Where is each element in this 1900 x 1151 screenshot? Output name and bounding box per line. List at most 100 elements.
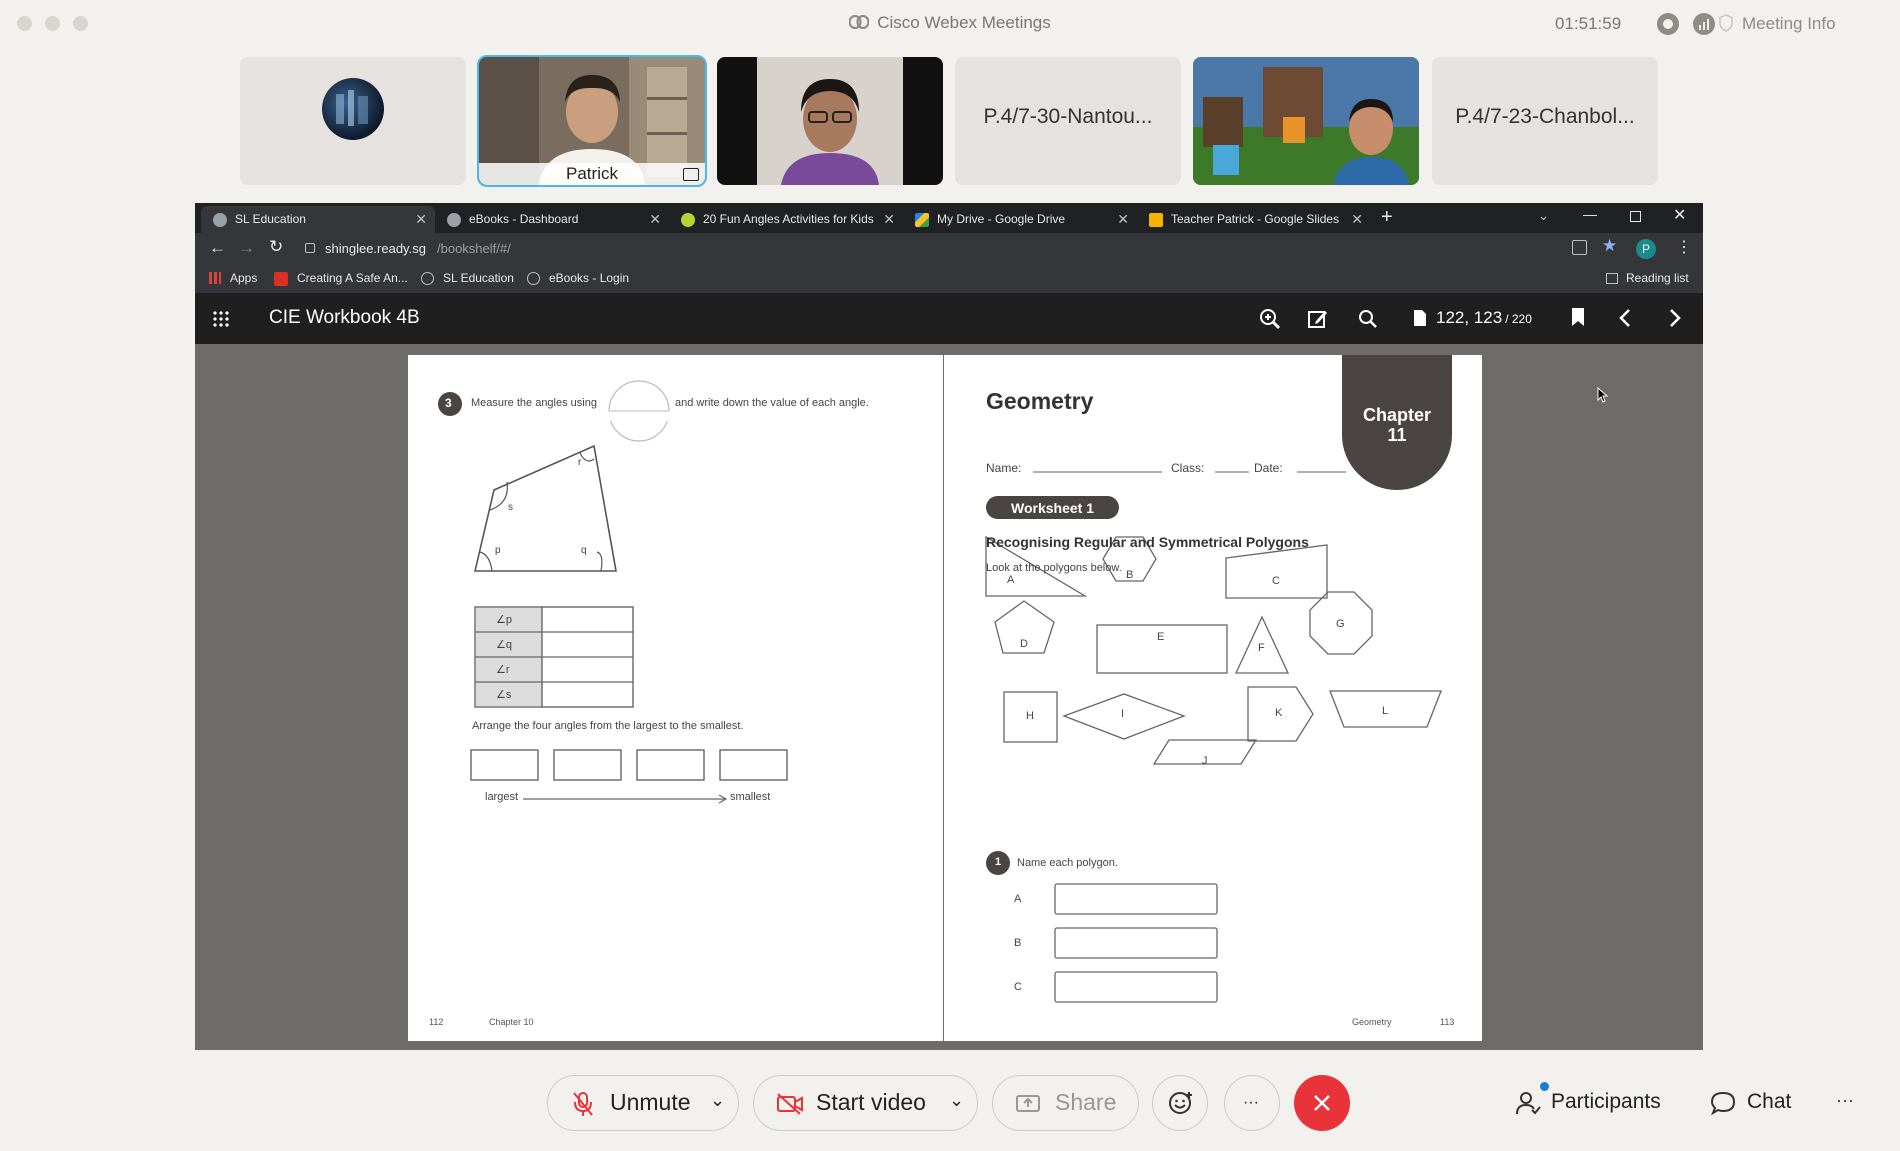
right-page: Geometry Chapter 11 Name: Class: Date: W… [944, 355, 1482, 1041]
profile-avatar[interactable]: P [1636, 239, 1656, 259]
footer-page-number: 112 [429, 1017, 444, 1027]
close-window-icon[interactable]: ✕ [1673, 205, 1686, 225]
angle-label-r: r [578, 457, 582, 468]
question-number: 3 [445, 396, 452, 410]
tab-google-slides[interactable]: Teacher Patrick - Google Slides ✕ [1137, 206, 1371, 233]
restore-icon[interactable] [1630, 211, 1641, 222]
unmute-button[interactable]: Unmute ⌄ [547, 1075, 739, 1131]
right-page-drawing [985, 355, 1452, 1003]
meeting-info-button[interactable]: Meeting Info [1719, 14, 1836, 34]
footer-title: Geometry [1352, 1017, 1392, 1027]
share-screen-icon [1016, 1095, 1040, 1112]
new-tab-button[interactable]: + [1381, 206, 1393, 229]
previous-page-icon[interactable] [1618, 308, 1632, 328]
date-label: Date: [1254, 461, 1283, 475]
participant-name: P.4/7-23-Chanbol... [1455, 105, 1635, 128]
globe-icon [447, 213, 461, 227]
recording-status-icon [1657, 13, 1679, 35]
shape-label-c: C [1272, 575, 1280, 587]
angle-label-p: p [495, 545, 501, 556]
start-video-button[interactable]: Start video ⌄ [753, 1075, 978, 1131]
bookmark-sl-education[interactable]: SL Education [443, 271, 514, 285]
participants-icon [1516, 1092, 1541, 1115]
minimize-icon[interactable]: — [1583, 206, 1597, 222]
bookmark-favicon [274, 272, 288, 286]
mouse-cursor-icon [1597, 387, 1609, 403]
worksheet-subtitle: Recognising Regular and Symmetrical Poly… [986, 534, 1309, 550]
url-field[interactable]: shinglee.ready.sg/bookshelf/#/ [305, 237, 1415, 262]
tab-angles-activities[interactable]: 20 Fun Angles Activities for Kids ✕ [669, 206, 903, 233]
reactions-button[interactable] [1152, 1075, 1208, 1131]
search-icon[interactable] [1358, 309, 1378, 329]
participant-tile[interactable] [717, 57, 943, 185]
close-tab-icon[interactable]: ✕ [883, 206, 895, 233]
question-text-a: Measure the angles using [471, 397, 597, 409]
site-t-icon [681, 213, 695, 227]
shape-label-j: J [1202, 755, 1208, 767]
close-icon [1314, 1095, 1330, 1111]
next-page-icon[interactable] [1668, 308, 1682, 328]
page-indicator[interactable]: 122, 123/ 220 [1436, 308, 1532, 328]
end-meeting-button[interactable] [1294, 1075, 1350, 1131]
zoom-in-icon[interactable] [1259, 308, 1281, 330]
left-page-drawing [438, 380, 788, 804]
tab-google-drive[interactable]: My Drive - Google Drive ✕ [903, 206, 1137, 233]
bookmarks-bar: Apps Creating A Safe An... SL Education … [195, 266, 1703, 294]
participant-tile[interactable] [240, 57, 466, 185]
participant-name: Patrick [479, 163, 705, 185]
smallest-label: smallest [730, 791, 771, 803]
bookmark-star-icon[interactable]: ★ [1602, 236, 1617, 256]
protractor-icon [609, 381, 669, 411]
globe-icon [213, 213, 227, 227]
edit-icon[interactable] [1307, 308, 1329, 330]
close-tab-icon[interactable]: ✕ [649, 206, 661, 233]
participant-tile[interactable]: P.4/7-23-Chanbol... [1432, 57, 1658, 185]
shape-label-i: I [1121, 708, 1125, 720]
question-text-b: and write down the value of each angle. [675, 397, 869, 409]
arrange-instruction: Arrange the four angles from the largest… [472, 720, 744, 732]
apps-grid-icon[interactable] [212, 310, 230, 328]
more-options-button[interactable]: ··· [1224, 1075, 1280, 1131]
shape-label-e: E [1157, 631, 1165, 643]
bookmark-apps[interactable]: Apps [230, 271, 257, 285]
bookmark-ebooks-login[interactable]: eBooks - Login [549, 271, 629, 285]
instruction-text: Look at the polygons below. [986, 562, 1122, 574]
shape-label-f: F [1258, 642, 1265, 654]
share-page-icon[interactable] [1572, 240, 1587, 255]
close-tab-icon[interactable]: ✕ [415, 206, 427, 233]
overflow-menu-button[interactable]: ··· [1836, 1090, 1854, 1111]
tab-search-icon[interactable]: ⌄ [1538, 208, 1549, 224]
participant-tile[interactable]: P.4/7-30-Nantou... [955, 57, 1181, 185]
bookmark-icon[interactable] [1571, 307, 1585, 327]
network-status-icon [1693, 13, 1715, 35]
shape-label-l: L [1382, 705, 1389, 717]
reading-list-button[interactable]: Reading list [1626, 271, 1689, 285]
tab-ebooks-dashboard[interactable]: eBooks - Dashboard ✕ [435, 206, 669, 233]
shared-screen: SL Education ✕ eBooks - Dashboard ✕ 20 Fun… [195, 203, 1703, 1050]
chevron-down-icon[interactable]: ⌄ [949, 1074, 964, 1127]
bookmark-creating-safe[interactable]: Creating A Safe An... [297, 271, 408, 285]
close-tab-icon[interactable]: ✕ [1351, 206, 1363, 233]
participant-tile-patrick[interactable]: Patrick [477, 55, 707, 187]
shape-label-g: G [1336, 618, 1345, 630]
reload-icon[interactable]: ↻ [269, 237, 283, 257]
mic-muted-icon [573, 1092, 593, 1116]
tab-sl-education[interactable]: SL Education ✕ [201, 206, 435, 233]
shape-label-d: D [1020, 638, 1028, 650]
table-row-label: ∠s [496, 689, 512, 701]
participant-name: P.4/7-30-Nantou... [983, 105, 1153, 128]
apps-grid-icon[interactable] [209, 272, 221, 284]
largest-label: largest [485, 791, 519, 803]
footer-page-number: 113 [1440, 1017, 1455, 1027]
back-icon[interactable]: ← [209, 238, 226, 258]
share-button[interactable]: Share [992, 1075, 1139, 1131]
close-tab-icon[interactable]: ✕ [1117, 206, 1129, 233]
globe-icon [527, 272, 540, 285]
menu-kebab-icon[interactable]: ⋮ [1676, 237, 1692, 257]
participant-tile[interactable] [1193, 57, 1419, 185]
answer-label-a: A [1014, 893, 1022, 905]
forward-icon[interactable]: → [238, 238, 255, 258]
tab-strip: SL Education ✕ eBooks - Dashboard ✕ 20 Fun… [195, 203, 1703, 233]
chevron-down-icon[interactable]: ⌄ [710, 1074, 725, 1127]
shield-icon [1719, 14, 1733, 32]
